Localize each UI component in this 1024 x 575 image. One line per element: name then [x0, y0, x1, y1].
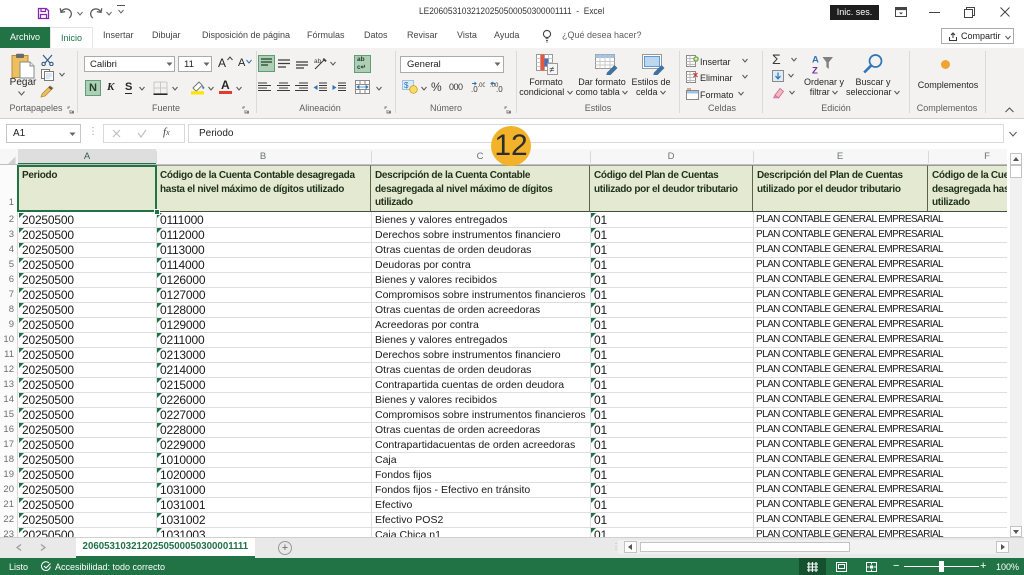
- svg-text:$: $: [404, 81, 409, 90]
- svg-text:ab: ab: [314, 58, 322, 65]
- svg-text:.0: .0: [496, 85, 503, 93]
- svg-text:A: A: [812, 55, 819, 66]
- svg-text:≠: ≠: [550, 65, 555, 75]
- svg-text:Z: Z: [812, 66, 818, 76]
- svg-text:.00: .00: [478, 83, 486, 89]
